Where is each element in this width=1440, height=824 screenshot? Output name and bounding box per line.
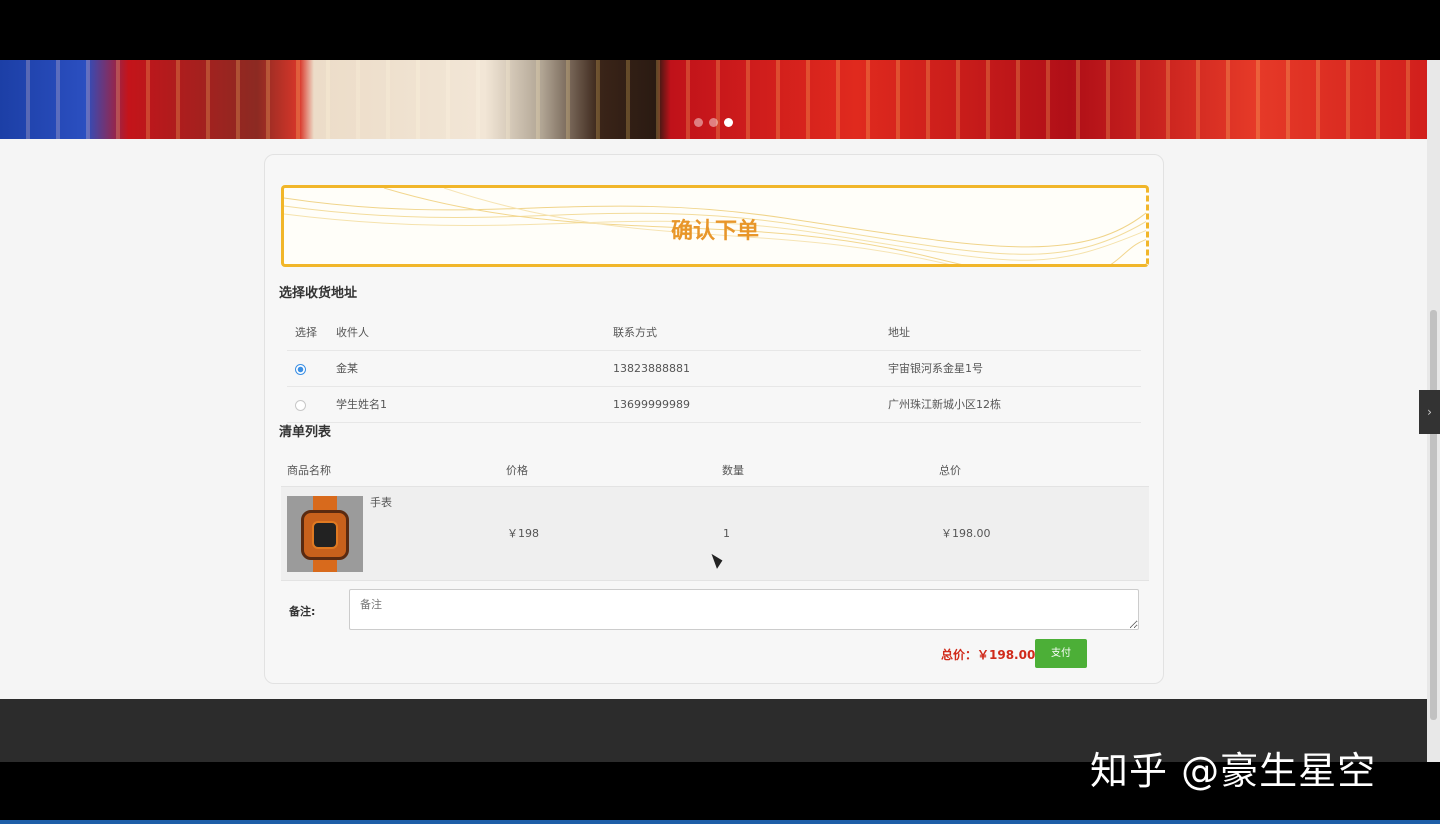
chevron-right-icon: › <box>1427 405 1432 419</box>
side-panel-toggle[interactable]: › <box>1419 390 1440 434</box>
recipient-address: 广州珠江新城小区12栋 <box>888 398 1001 411</box>
recipient-phone: 13823888881 <box>613 362 690 375</box>
recipient-phone: 13699999989 <box>613 398 690 411</box>
product-price: ￥198 <box>507 527 539 540</box>
confirm-order-banner: 确认下单 <box>281 185 1149 267</box>
address-row[interactable]: 金某 13823888881 宇宙银河系金星1号 <box>287 351 1141 387</box>
recipient-name: 学生姓名1 <box>336 398 387 411</box>
scrollbar-thumb[interactable] <box>1430 310 1437 720</box>
address-radio[interactable] <box>295 400 306 411</box>
list-section-title: 清单列表 <box>279 425 332 440</box>
watermark: 知乎 @豪生星空 <box>1090 749 1377 793</box>
order-card: 确认下单 选择收货地址 选择 收件人 联系方式 地址 金某 1382388888… <box>264 154 1164 684</box>
progress-line <box>0 820 1440 824</box>
recipient-address: 宇宙银河系金星1号 <box>888 362 983 375</box>
header-quantity: 数量 <box>722 464 744 477</box>
header-recipient: 收件人 <box>336 326 369 339</box>
header-price: 价格 <box>506 464 528 477</box>
address-table-header: 选择 收件人 联系方式 地址 <box>287 315 1141 351</box>
order-total: 总价：￥198.00 <box>941 648 1036 662</box>
carousel-dots <box>694 118 733 127</box>
header-subtotal: 总价 <box>939 464 961 477</box>
page-viewport: 确认下单 选择收货地址 选择 收件人 联系方式 地址 金某 1382388888… <box>0 60 1427 762</box>
carousel-dot-3[interactable] <box>724 118 733 127</box>
address-row[interactable]: 学生姓名1 13699999989 广州珠江新城小区12栋 <box>287 387 1141 423</box>
product-subtotal: ￥198.00 <box>941 527 991 540</box>
product-image-watch[interactable] <box>287 496 363 572</box>
header-select: 选择 <box>295 326 317 339</box>
items-table-header: 商品名称 价格 数量 总价 <box>281 455 1149 487</box>
header-product: 商品名称 <box>287 464 331 477</box>
carousel-dot-1[interactable] <box>694 118 703 127</box>
banner-carousel[interactable] <box>0 60 1427 139</box>
product-quantity: 1 <box>723 527 730 540</box>
remark-input[interactable] <box>349 589 1139 630</box>
recipient-name: 金某 <box>336 362 358 375</box>
product-name[interactable]: 手表 <box>370 493 392 513</box>
header-contact: 联系方式 <box>613 326 657 339</box>
table-row: 手表 ￥198 1 ￥198.00 <box>281 487 1149 581</box>
pay-button[interactable]: 支付 <box>1035 639 1087 668</box>
carousel-dot-2[interactable] <box>709 118 718 127</box>
remark-label: 备注: <box>289 605 316 618</box>
address-radio-selected[interactable] <box>295 364 306 375</box>
page-title: 确认下单 <box>670 219 759 244</box>
header-address: 地址 <box>888 326 910 339</box>
address-section-title: 选择收货地址 <box>279 286 358 301</box>
